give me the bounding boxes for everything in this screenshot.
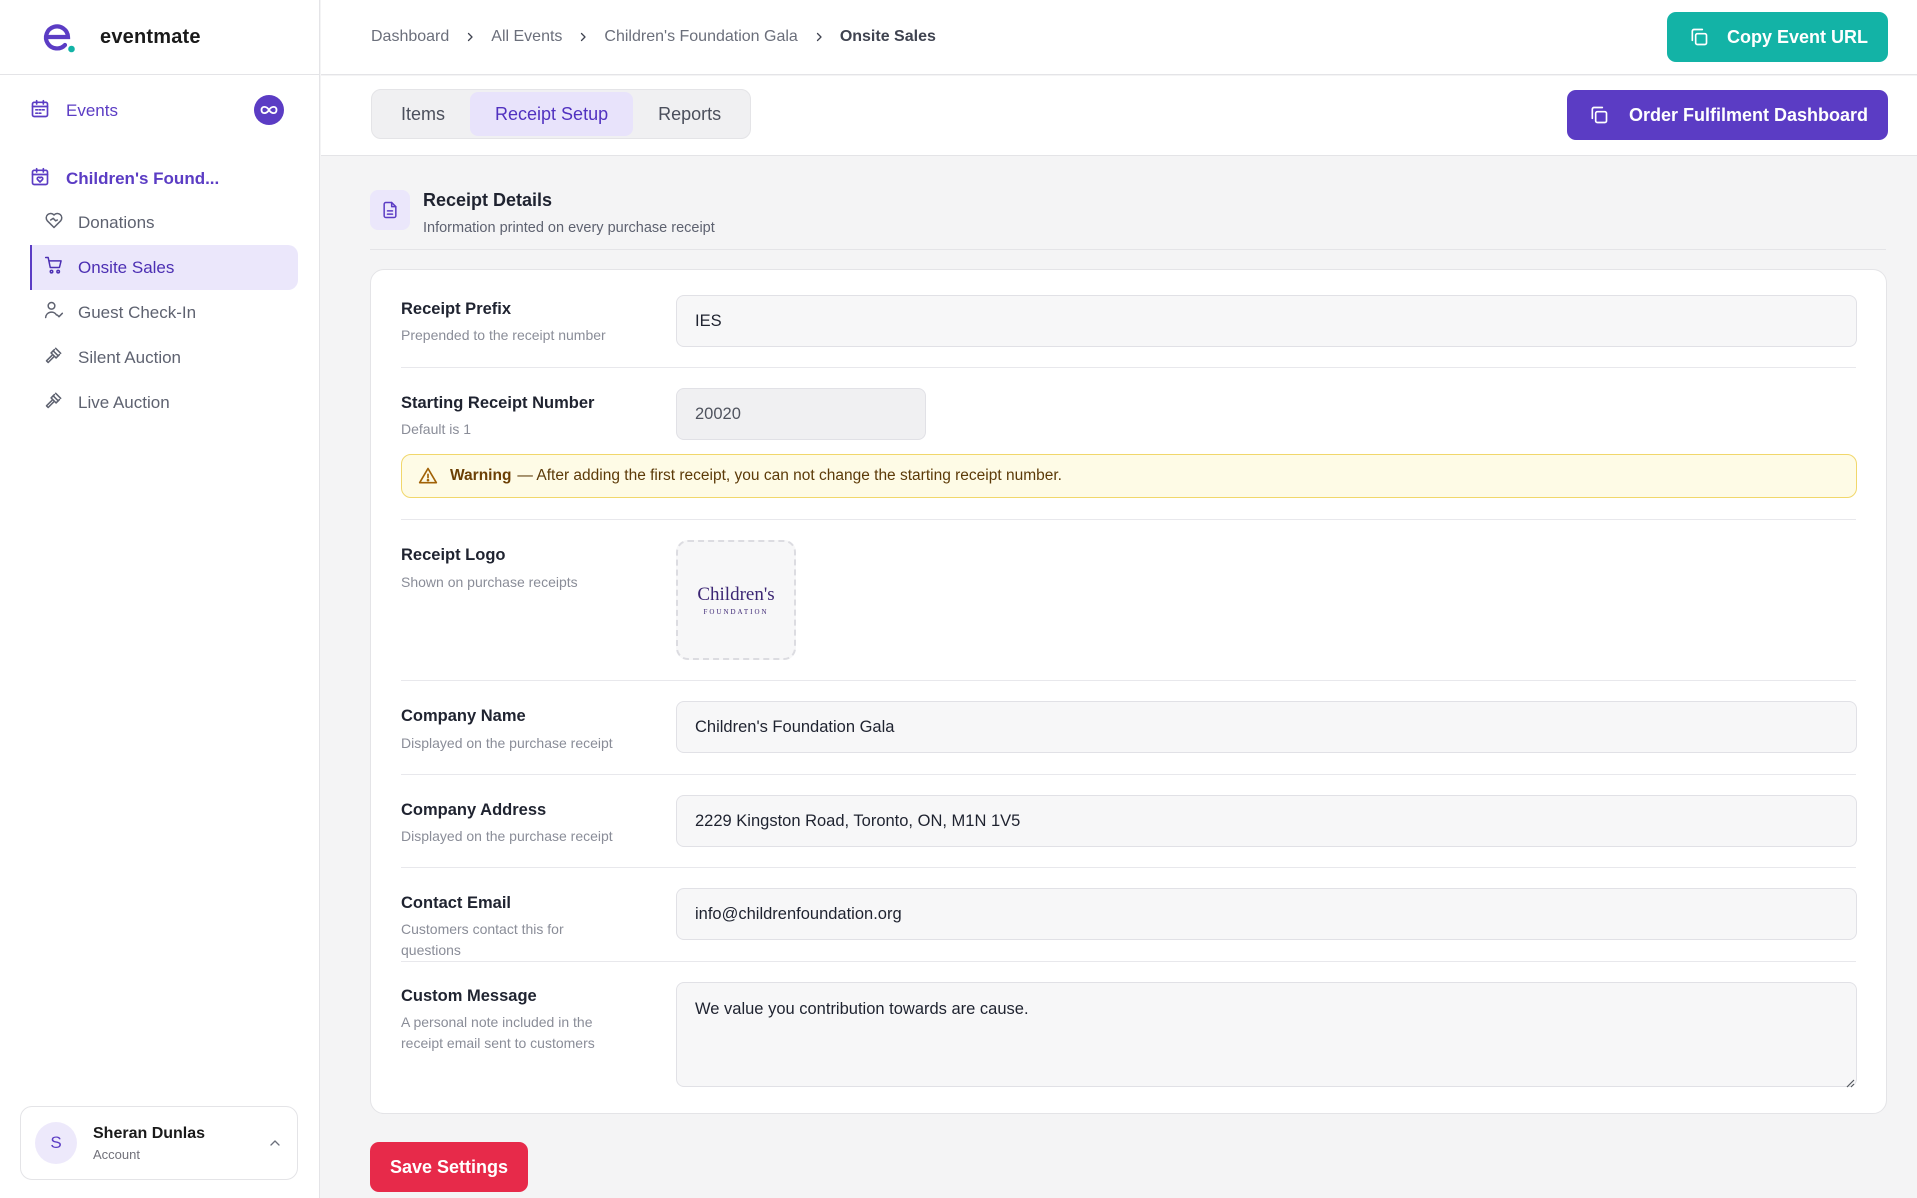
tab-receipt-setup[interactable]: Receipt Setup [470, 92, 634, 136]
sidebar-item-label: Events [66, 101, 118, 120]
chevron-up-icon [267, 1135, 283, 1156]
company-address-label: Company Address [401, 801, 547, 819]
receipt-prefix-label: Receipt Prefix [401, 300, 512, 318]
breadcrumb-all-events[interactable]: All Events [491, 28, 562, 46]
sidebar-item-guest-check-in[interactable]: Guest Check-In [30, 290, 298, 335]
sidebar-item-label: Onsite Sales [78, 257, 175, 277]
warning-banner: Warning — After adding the first receipt… [401, 454, 1857, 498]
starting-number-input[interactable] [676, 388, 926, 440]
section-title: Receipt Details [423, 190, 553, 210]
company-name-label: Company Name [401, 707, 526, 725]
tab-group: Items Receipt Setup Reports [371, 89, 752, 139]
breadcrumb-event[interactable]: Children's Foundation Gala [604, 28, 797, 46]
sidebar-item-live-auction[interactable]: Live Auction [30, 380, 298, 425]
breadcrumb-current: Onsite Sales [839, 28, 936, 45]
copy-icon [1689, 27, 1709, 47]
divider [401, 367, 1856, 368]
account-menu[interactable]: S Sheran Dunlas Account [20, 1106, 298, 1180]
company-address-help: Displayed on the purchase receipt [401, 828, 613, 844]
company-name-input[interactable] [676, 701, 1857, 753]
cart-icon [44, 255, 64, 280]
calendar-heart-icon [30, 167, 50, 192]
company-name-help: Displayed on the purchase receipt [401, 735, 613, 751]
receipt-logo-text: Children's [697, 584, 775, 605]
order-fulfilment-label: Order Fulfilment Dashboard [1628, 104, 1868, 125]
divider [401, 867, 1856, 868]
chevron-right-icon [813, 31, 825, 43]
receipt-prefix-help: Prepended to the receipt number [401, 327, 606, 343]
section-header: Receipt Details Information printed on e… [370, 190, 1886, 250]
resize-handle-icon[interactable] [1845, 1075, 1855, 1093]
user-name: Sheran Dunlas [93, 1124, 206, 1142]
starting-number-help: Default is 1 [401, 421, 472, 437]
breadcrumb-dashboard[interactable]: Dashboard [371, 28, 449, 46]
sidebar-event-name: Children's Found... [66, 169, 220, 188]
contact-email-label: Contact Email [401, 894, 512, 912]
sidebar-item-events[interactable]: Events [30, 92, 292, 130]
divider [401, 519, 1856, 520]
top-bar: Dashboard All Events Children's Foundati… [321, 0, 1917, 75]
user-check-icon [44, 300, 64, 325]
divider [401, 774, 1856, 775]
chevron-right-icon [577, 31, 589, 43]
avatar: S [35, 1122, 77, 1164]
warning-text: — After adding the first receipt, you ca… [517, 467, 1062, 484]
breadcrumb: Dashboard All Events Children's Foundati… [371, 28, 936, 46]
receipt-logo-upload[interactable]: Children's FOUNDATION [676, 540, 796, 660]
eventmate-logo-icon [40, 18, 78, 56]
gavel-icon [44, 390, 64, 415]
sidebar: eventmate Events Children's Found... Don… [0, 0, 320, 1198]
warning-triangle-icon [418, 466, 438, 486]
sidebar-item-label: Live Auction [78, 392, 170, 412]
infinity-icon [254, 95, 284, 125]
gavel-icon [44, 345, 64, 370]
contact-email-help: Customers contact this for questions [401, 921, 564, 958]
receipt-logo-label: Receipt Logo [401, 546, 506, 564]
copy-icon [1589, 105, 1609, 125]
sidebar-item-label: Donations [78, 212, 155, 232]
order-fulfilment-dashboard-button[interactable]: Order Fulfilment Dashboard [1566, 90, 1888, 140]
heart-handshake-icon [44, 210, 64, 235]
sub-bar: Items Receipt Setup Reports Order Fulfil… [321, 76, 1917, 156]
sidebar-item-donations[interactable]: Donations [30, 200, 298, 245]
custom-message-textarea[interactable]: We value you contribution towards are ca… [676, 982, 1857, 1087]
sidebar-item-label: Silent Auction [78, 347, 182, 367]
divider [401, 961, 1856, 962]
sidebar-item-label: Guest Check-In [78, 302, 197, 322]
contact-email-input[interactable] [676, 888, 1857, 940]
starting-number-label: Starting Receipt Number [401, 394, 595, 412]
tab-items[interactable]: Items [376, 92, 470, 136]
company-address-input[interactable] [676, 795, 1857, 847]
event-sub-nav: Donations Onsite Sales Guest Check-In Si… [30, 200, 298, 425]
save-settings-button[interactable]: Save Settings [370, 1142, 529, 1192]
copy-event-url-button[interactable]: Copy Event URL [1666, 12, 1888, 62]
custom-message-label: Custom Message [401, 987, 537, 1005]
receipt-prefix-input[interactable] [676, 295, 1857, 347]
receipt-logo-subtext: FOUNDATION [703, 608, 769, 616]
receipt-logo-help: Shown on purchase receipts [401, 574, 578, 590]
section-subtitle: Information printed on every purchase re… [423, 220, 715, 236]
user-subtitle: Account [93, 1146, 140, 1162]
tab-reports[interactable]: Reports [633, 92, 746, 136]
calendar-icon [30, 99, 50, 124]
sidebar-item-current-event[interactable]: Children's Found... [30, 160, 292, 198]
document-icon [370, 190, 410, 230]
divider [401, 680, 1856, 681]
brand-name: eventmate [100, 25, 201, 48]
custom-message-help: A personal note included in the receipt … [401, 1014, 595, 1051]
brand[interactable]: eventmate [0, 0, 319, 75]
sidebar-item-silent-auction[interactable]: Silent Auction [30, 335, 298, 380]
chevron-right-icon [464, 31, 476, 43]
warning-title: Warning [450, 467, 512, 484]
copy-event-url-label: Copy Event URL [1726, 26, 1868, 47]
receipt-settings-card: Receipt Prefix Prepended to the receipt … [370, 269, 1887, 1114]
sidebar-item-onsite-sales[interactable]: Onsite Sales [30, 245, 298, 290]
